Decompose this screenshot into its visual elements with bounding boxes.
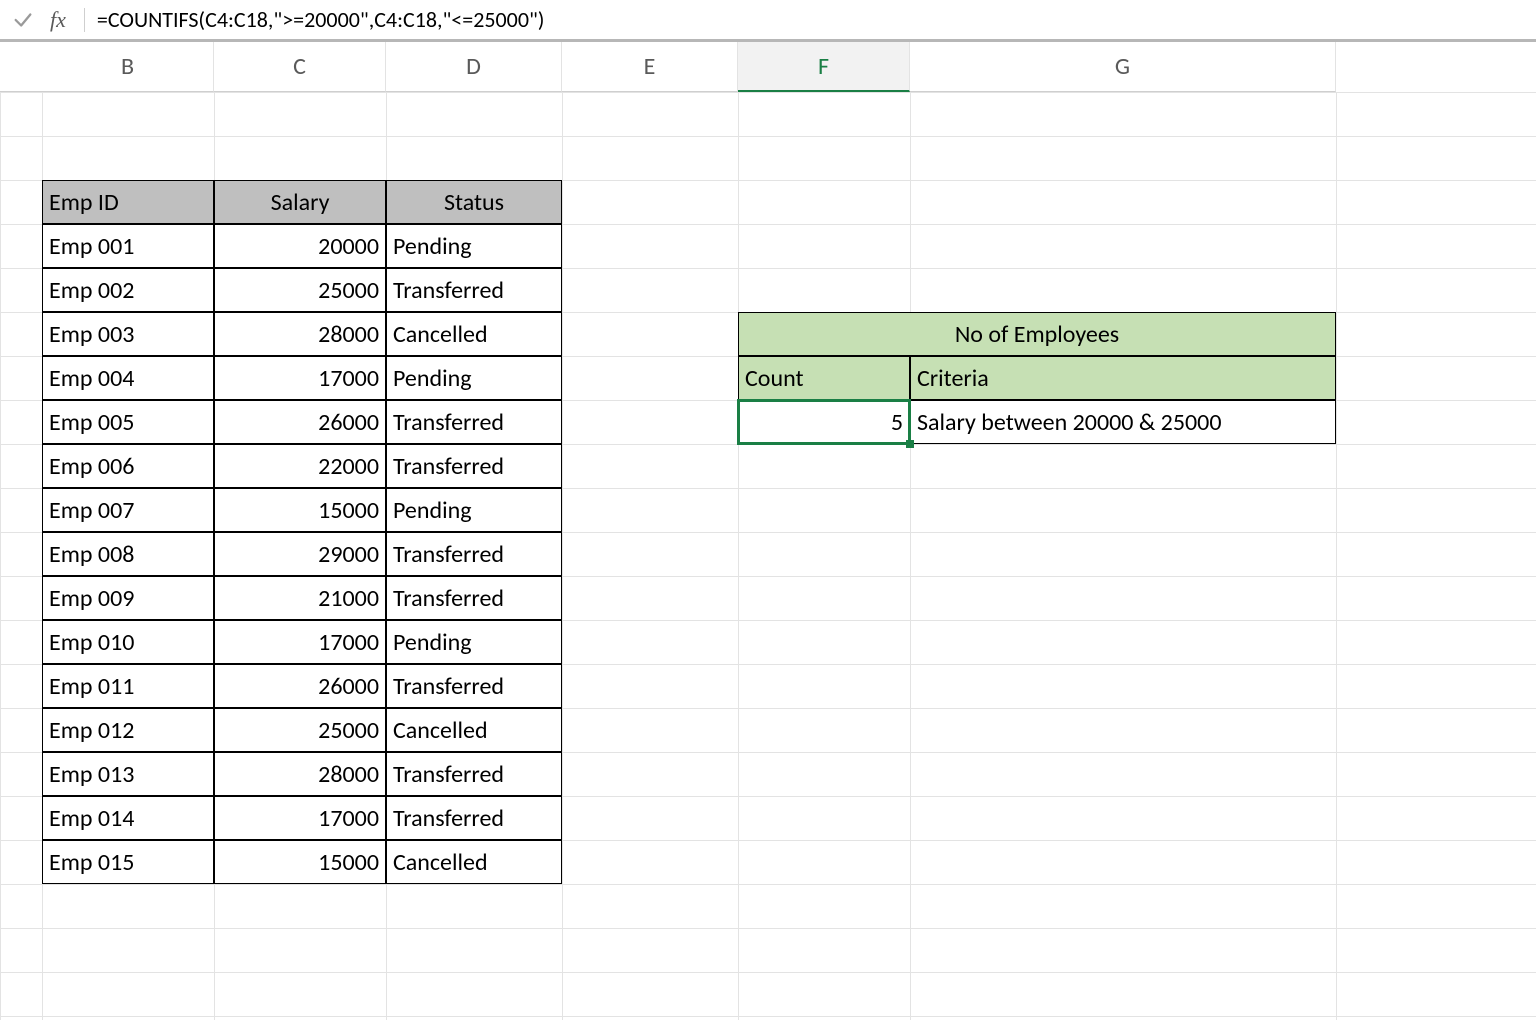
emp-salary-row-14[interactable]: 15000 bbox=[214, 840, 386, 884]
emp-id-row-11[interactable]: Emp 012 bbox=[42, 708, 214, 752]
emp-status-row-0[interactable]: Pending bbox=[386, 224, 562, 268]
emp-salary-row-1[interactable]: 25000 bbox=[214, 268, 386, 312]
selection-fill-handle[interactable] bbox=[906, 440, 914, 448]
column-header-G[interactable]: G bbox=[910, 42, 1336, 92]
select-all-corner[interactable] bbox=[0, 42, 42, 92]
divider bbox=[84, 8, 85, 32]
emp-status-row-11[interactable]: Cancelled bbox=[386, 708, 562, 752]
emp-header-id[interactable]: Emp ID bbox=[42, 180, 214, 224]
emp-id-row-4[interactable]: Emp 005 bbox=[42, 400, 214, 444]
emp-salary-row-8[interactable]: 21000 bbox=[214, 576, 386, 620]
emp-id-row-13[interactable]: Emp 014 bbox=[42, 796, 214, 840]
emp-salary-row-12[interactable]: 28000 bbox=[214, 752, 386, 796]
emp-salary-row-3[interactable]: 17000 bbox=[214, 356, 386, 400]
emp-salary-row-11[interactable]: 25000 bbox=[214, 708, 386, 752]
emp-salary-row-9[interactable]: 17000 bbox=[214, 620, 386, 664]
emp-salary-row-13[interactable]: 17000 bbox=[214, 796, 386, 840]
column-header-E[interactable]: E bbox=[562, 42, 738, 92]
summary-criteria-value[interactable]: Salary between 20000 & 25000 bbox=[910, 400, 1336, 444]
emp-header-status[interactable]: Status bbox=[386, 180, 562, 224]
column-header-D[interactable]: D bbox=[386, 42, 562, 92]
emp-status-row-4[interactable]: Transferred bbox=[386, 400, 562, 444]
column-header-C[interactable]: C bbox=[214, 42, 386, 92]
emp-status-row-6[interactable]: Pending bbox=[386, 488, 562, 532]
emp-status-row-5[interactable]: Transferred bbox=[386, 444, 562, 488]
emp-id-row-3[interactable]: Emp 004 bbox=[42, 356, 214, 400]
emp-status-row-3[interactable]: Pending bbox=[386, 356, 562, 400]
emp-status-row-12[interactable]: Transferred bbox=[386, 752, 562, 796]
summary-count-label[interactable]: Count bbox=[738, 356, 910, 400]
emp-id-row-8[interactable]: Emp 009 bbox=[42, 576, 214, 620]
summary-count-value[interactable]: 5 bbox=[738, 400, 910, 444]
emp-status-row-7[interactable]: Transferred bbox=[386, 532, 562, 576]
emp-header-salary[interactable]: Salary bbox=[214, 180, 386, 224]
emp-status-row-9[interactable]: Pending bbox=[386, 620, 562, 664]
emp-salary-row-6[interactable]: 15000 bbox=[214, 488, 386, 532]
emp-salary-row-5[interactable]: 22000 bbox=[214, 444, 386, 488]
emp-salary-row-4[interactable]: 26000 bbox=[214, 400, 386, 444]
emp-id-row-2[interactable]: Emp 003 bbox=[42, 312, 214, 356]
column-header-B[interactable]: B bbox=[42, 42, 214, 92]
emp-status-row-10[interactable]: Transferred bbox=[386, 664, 562, 708]
emp-id-row-9[interactable]: Emp 010 bbox=[42, 620, 214, 664]
emp-id-row-1[interactable]: Emp 002 bbox=[42, 268, 214, 312]
summary-title[interactable]: No of Employees bbox=[738, 312, 1336, 356]
emp-id-row-10[interactable]: Emp 011 bbox=[42, 664, 214, 708]
emp-status-row-14[interactable]: Cancelled bbox=[386, 840, 562, 884]
emp-status-row-2[interactable]: Cancelled bbox=[386, 312, 562, 356]
formula-bar: fx bbox=[0, 0, 1536, 42]
column-header-F[interactable]: F bbox=[738, 42, 910, 92]
emp-id-row-0[interactable]: Emp 001 bbox=[42, 224, 214, 268]
emp-salary-row-10[interactable]: 26000 bbox=[214, 664, 386, 708]
formula-input[interactable] bbox=[95, 5, 1526, 34]
emp-salary-row-2[interactable]: 28000 bbox=[214, 312, 386, 356]
emp-salary-row-7[interactable]: 29000 bbox=[214, 532, 386, 576]
emp-id-row-6[interactable]: Emp 007 bbox=[42, 488, 214, 532]
emp-status-row-8[interactable]: Transferred bbox=[386, 576, 562, 620]
emp-id-row-14[interactable]: Emp 015 bbox=[42, 840, 214, 884]
summary-criteria-label[interactable]: Criteria bbox=[910, 356, 1336, 400]
emp-salary-row-0[interactable]: 20000 bbox=[214, 224, 386, 268]
emp-id-row-5[interactable]: Emp 006 bbox=[42, 444, 214, 488]
confirm-check-icon[interactable] bbox=[10, 7, 36, 33]
emp-id-row-12[interactable]: Emp 013 bbox=[42, 752, 214, 796]
emp-id-row-7[interactable]: Emp 008 bbox=[42, 532, 214, 576]
emp-status-row-1[interactable]: Transferred bbox=[386, 268, 562, 312]
spreadsheet-grid[interactable]: BCDEFG Emp IDSalaryStatusEmp 00120000Pen… bbox=[0, 42, 1536, 1020]
emp-status-row-13[interactable]: Transferred bbox=[386, 796, 562, 840]
fx-label[interactable]: fx bbox=[50, 7, 66, 33]
